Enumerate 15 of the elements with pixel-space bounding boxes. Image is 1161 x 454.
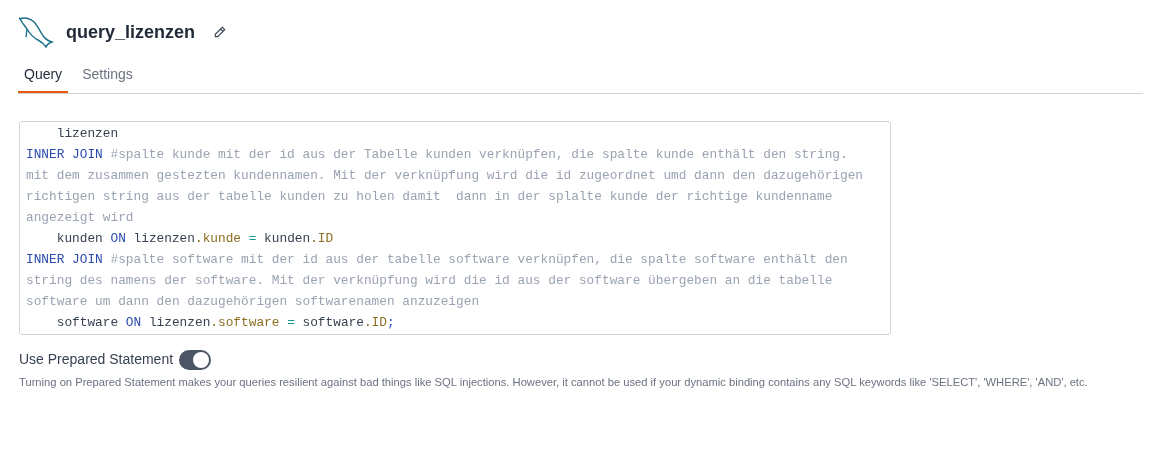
code-line: software ON lizenzen.software = software.ID; — [55, 314, 396, 332]
code-line: richtigen string aus der tabelle kunden zu holen damit dann in der splalte kunde der richtige kundenname — [26, 188, 834, 206]
tab[interactable]: Query — [18, 58, 69, 93]
description-text: Turning on Prepared Statement makes your queries resilient against bad things like SQL injections. However, it cannot be used if your dynamic binding contains any SQL keywords like 'SELECT', 'WHERE', 'AND', etc. — [19, 375, 1089, 390]
code-line: mit dem zusammen gestezten kundennamen. Mit der verknüpfung wird die id zugeordnet umd dann den dazugehörigen — [26, 167, 865, 185]
code-line: string des namens der software. Mit der verknüpfung wird die id aus der software übergeben an die tabelle — [26, 272, 834, 290]
code-line: lizenzen — [55, 125, 120, 143]
query-title: query_lizenzen — [66, 20, 196, 44]
code-line: INNER JOIN #spalte software mit der id aus der tabelle software verknüpfen, die spalte software enthält den — [26, 251, 849, 269]
tab[interactable]: Settings — [76, 58, 139, 93]
code-line: angezeigt wird — [26, 209, 135, 227]
toggle-label: Use Prepared Statement — [19, 350, 174, 369]
code-line: INNER JOIN #spalte kunde mit der id aus der Tabelle kunden verknüpfen, die spalte kunde enthält den string. — [26, 146, 849, 164]
code-line: software um dann den dazugehörigen softwarenamen anzuzeigen — [26, 293, 481, 311]
code-line: kunden ON lizenzen.kunde = kunden.ID — [55, 230, 335, 248]
